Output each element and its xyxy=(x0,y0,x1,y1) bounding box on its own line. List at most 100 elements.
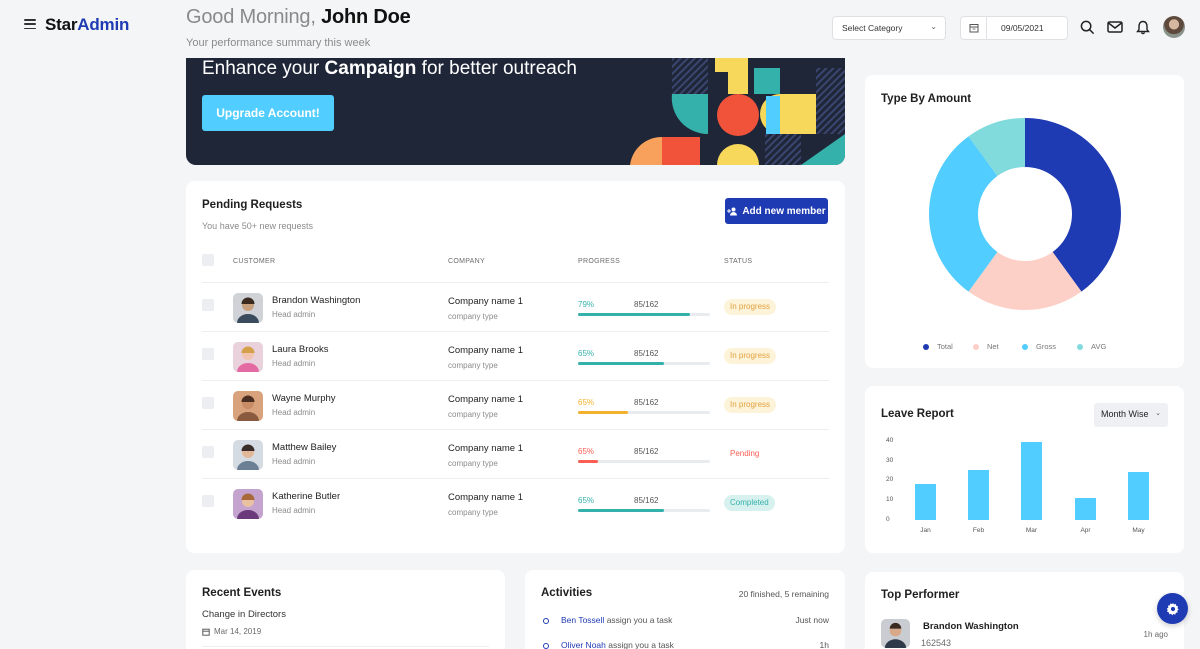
promo-banner: Enhance your Campaign for better outreac… xyxy=(186,58,845,165)
date-picker[interactable]: 09/05/2021 xyxy=(960,16,1068,40)
x-tick: Mar xyxy=(1025,527,1038,534)
row-checkbox[interactable] xyxy=(202,446,214,458)
bar-jan[interactable] xyxy=(915,484,936,520)
legend-total: Total xyxy=(923,342,953,351)
category-select-label: Select Category xyxy=(842,23,903,33)
table-row[interactable]: Matthew Bailey Head admin Company name 1 co… xyxy=(202,429,829,478)
company-type: company type xyxy=(448,508,498,517)
y-tick: 20 xyxy=(886,476,894,483)
performer-value: 162543 xyxy=(921,638,952,648)
table-row[interactable]: Laura Brooks Head admin Company name 1 comp… xyxy=(202,331,829,380)
customer-role: Head admin xyxy=(272,359,316,368)
avatar xyxy=(233,440,263,470)
progress-fill xyxy=(578,460,598,463)
banner-text-pre: Enhance your xyxy=(202,58,325,79)
divider xyxy=(202,646,489,647)
customer-name[interactable]: Matthew Bailey xyxy=(272,442,336,453)
table-row[interactable]: Katherine Butler Head admin Company name 1… xyxy=(202,478,829,527)
greeting-subtitle: Your performance summary this week xyxy=(186,37,371,49)
table-row[interactable]: Brandon Washington Head admin Company name… xyxy=(202,282,829,331)
activities-card: Activities 20 finished, 5 remaining Ben … xyxy=(525,570,845,649)
bell-icon[interactable] xyxy=(1136,20,1152,36)
brand-logo[interactable]: StarAdmin xyxy=(45,15,129,35)
progress-fill xyxy=(578,509,664,512)
column-status: STATUS xyxy=(724,258,753,265)
donut-chart xyxy=(929,118,1121,310)
progress-percent: 79% xyxy=(578,300,595,309)
avatar[interactable] xyxy=(1163,16,1185,38)
progress-count: 85/162 xyxy=(634,447,659,456)
performer-time: 1h ago xyxy=(1143,630,1168,639)
customer-name[interactable]: Brandon Washington xyxy=(272,295,360,306)
y-tick: 30 xyxy=(886,457,894,464)
mail-icon[interactable] xyxy=(1107,20,1123,36)
type-by-amount-card: Type By Amount Total Net Gross AVG xyxy=(865,75,1184,368)
progress-count: 85/162 xyxy=(634,398,659,407)
legend-avg: AVG xyxy=(1077,342,1106,351)
row-checkbox[interactable] xyxy=(202,397,214,409)
row-checkbox[interactable] xyxy=(202,348,214,360)
company-name: Company name 1 xyxy=(448,492,523,503)
progress-percent: 65% xyxy=(578,496,595,505)
event-title[interactable]: Change in Directors xyxy=(202,609,286,620)
menu-icon[interactable] xyxy=(24,19,36,30)
bar-apr[interactable] xyxy=(1075,498,1096,520)
legend-dot xyxy=(1077,343,1083,350)
pending-requests-card: Pending Requests You have 50+ new reques… xyxy=(186,181,845,553)
timeline-dot xyxy=(543,618,549,624)
company-name: Company name 1 xyxy=(448,345,523,356)
month-wise-select[interactable]: Month Wise ⌄ xyxy=(1094,403,1168,427)
y-tick: 0 xyxy=(886,516,890,523)
avatar xyxy=(233,391,263,421)
bar-feb[interactable] xyxy=(968,470,989,520)
event-date: Mar 14, 2019 xyxy=(202,627,261,636)
row-checkbox[interactable] xyxy=(202,299,214,311)
row-checkbox[interactable] xyxy=(202,495,214,507)
customer-role: Head admin xyxy=(272,310,316,319)
bar-mar[interactable] xyxy=(1021,442,1042,520)
x-tick: Jan xyxy=(920,527,931,534)
brand-part1: Star xyxy=(45,15,78,34)
legend-label: Gross xyxy=(1036,342,1057,351)
customer-name[interactable]: Katherine Butler xyxy=(272,491,340,502)
performer-name: Brandon Washington xyxy=(923,621,1019,632)
legend-gross: Gross xyxy=(1022,342,1056,351)
upgrade-account-button[interactable]: Upgrade Account! xyxy=(202,95,334,131)
banner-text-post: for better outreach xyxy=(416,58,577,79)
progress-count: 85/162 xyxy=(634,300,659,309)
recent-events-card: Recent Events Change in Directors Mar 14… xyxy=(186,570,505,649)
calendar-icon[interactable] xyxy=(961,17,987,39)
table-row[interactable]: Wayne Murphy Head admin Company name 1 comp… xyxy=(202,380,829,429)
user-name: John Doe xyxy=(321,6,411,28)
customer-name[interactable]: Laura Brooks xyxy=(272,344,329,355)
add-new-member-button[interactable]: Add new member xyxy=(725,198,828,224)
top-performer-title: Top Performer xyxy=(881,589,960,601)
greeting-text: Good Morning, xyxy=(186,6,322,28)
banner-text: Enhance your Campaign for better outreac… xyxy=(202,58,577,80)
pending-requests-subtitle: You have 50+ new requests xyxy=(202,221,314,231)
timeline-dot xyxy=(543,643,549,649)
customer-name[interactable]: Wayne Murphy xyxy=(272,393,336,404)
company-name: Company name 1 xyxy=(448,394,523,405)
legend-dot xyxy=(923,343,929,350)
progress-bar xyxy=(578,411,710,414)
gear-icon xyxy=(1166,602,1179,615)
company-name: Company name 1 xyxy=(448,296,523,307)
banner-text-bold: Campaign xyxy=(324,58,417,79)
bar-may[interactable] xyxy=(1128,472,1149,520)
progress-count: 85/162 xyxy=(634,349,659,358)
progress-fill xyxy=(578,362,664,365)
activity-user[interactable]: Ben Tossell xyxy=(561,615,604,625)
search-icon[interactable] xyxy=(1080,20,1096,36)
legend-label: Net xyxy=(987,342,999,351)
category-select[interactable]: Select Category ⌄ xyxy=(832,16,946,40)
company-type: company type xyxy=(448,459,498,468)
customer-role: Head admin xyxy=(272,408,316,417)
company-name: Company name 1 xyxy=(448,443,523,454)
status-badge: Completed xyxy=(724,495,775,511)
avatar xyxy=(881,619,910,648)
progress-bar xyxy=(578,362,710,365)
select-all-checkbox[interactable] xyxy=(202,254,214,266)
settings-button[interactable] xyxy=(1157,593,1188,624)
activity-user[interactable]: Oliver Noah xyxy=(561,640,606,649)
